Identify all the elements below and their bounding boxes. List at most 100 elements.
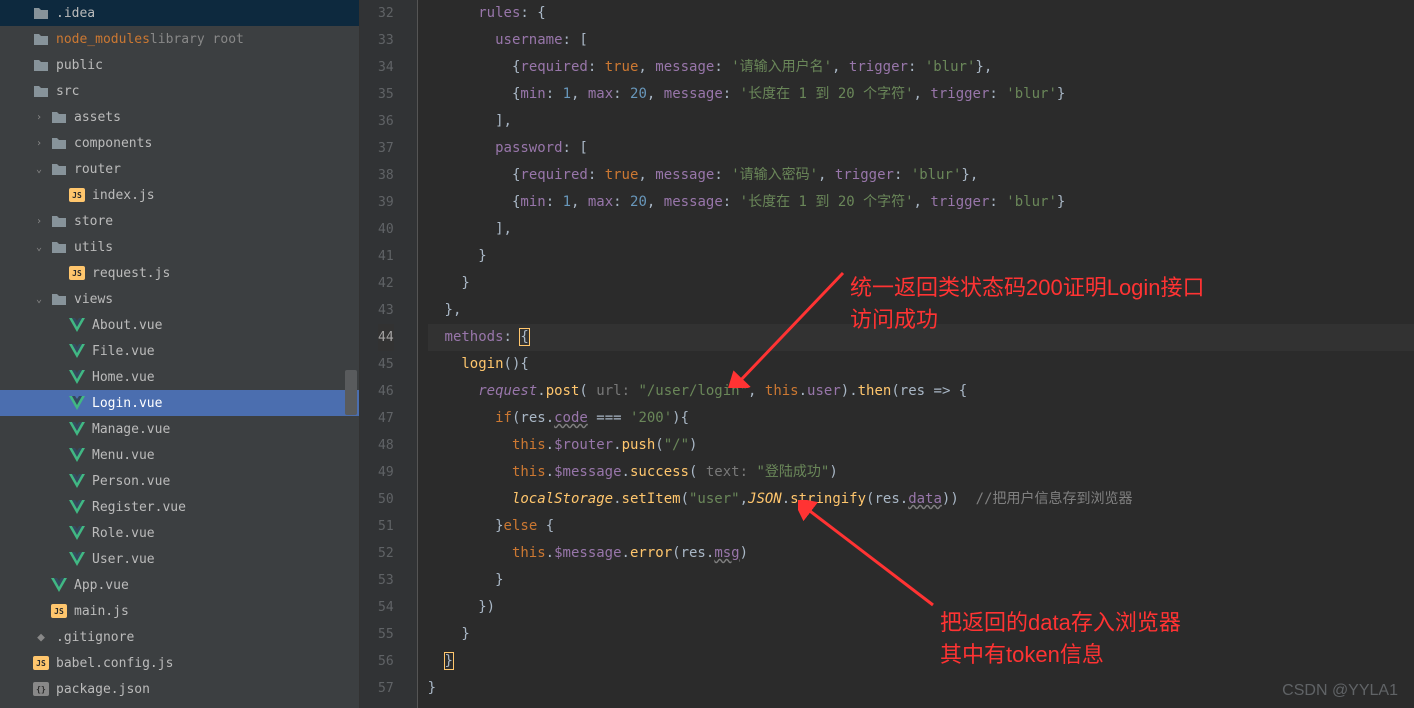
tree-item-Manage-vue[interactable]: Manage.vue — [0, 416, 359, 442]
tree-item-label: package.json — [56, 682, 150, 697]
tree-item-package-lock-json[interactable]: {}package-lock.json — [0, 702, 359, 708]
tree-item--idea[interactable]: .idea — [0, 0, 359, 26]
chevron-icon: ⌄ — [36, 294, 50, 305]
code-area[interactable]: rules: { username: [ {required: true, me… — [418, 0, 1414, 708]
vue-icon — [68, 368, 86, 386]
tree-item-router[interactable]: ⌄router — [0, 156, 359, 182]
vue-icon — [68, 420, 86, 438]
tree-item-label: Person.vue — [92, 474, 170, 489]
git-icon: ◆ — [32, 628, 50, 646]
tree-item-label: views — [74, 292, 113, 307]
code-line[interactable]: if(res.code === '200'){ — [428, 405, 1414, 432]
tree-item-node_modules[interactable]: node_modules library root — [0, 26, 359, 52]
line-number: 48 — [378, 432, 394, 459]
line-number: 52 — [378, 540, 394, 567]
code-line[interactable]: }, — [428, 297, 1414, 324]
tree-item-label: Role.vue — [92, 526, 155, 541]
code-line[interactable]: {required: true, message: '请输入用户名', trig… — [428, 54, 1414, 81]
tree-item-User-vue[interactable]: User.vue — [0, 546, 359, 572]
tree-item-File-vue[interactable]: File.vue — [0, 338, 359, 364]
tree-item-Menu-vue[interactable]: Menu.vue — [0, 442, 359, 468]
tree-item-label: request.js — [92, 266, 170, 281]
tree-item--gitignore[interactable]: ◆.gitignore — [0, 624, 359, 650]
tree-item-Role-vue[interactable]: Role.vue — [0, 520, 359, 546]
tree-item-label: index.js — [92, 188, 155, 203]
code-line[interactable]: login(){ — [428, 351, 1414, 378]
tree-item-label: babel.config.js — [56, 656, 173, 671]
folder-icon — [32, 82, 50, 100]
code-line[interactable]: ], — [428, 108, 1414, 135]
tree-item-label: App.vue — [74, 578, 129, 593]
code-line[interactable]: {required: true, message: '请输入密码', trigg… — [428, 162, 1414, 189]
tree-item-label: Menu.vue — [92, 448, 155, 463]
code-line[interactable]: }) — [428, 594, 1414, 621]
tree-item-package-json[interactable]: {}package.json — [0, 676, 359, 702]
chevron-icon: › — [36, 216, 50, 227]
code-line[interactable]: } — [428, 621, 1414, 648]
tree-item-assets[interactable]: ›assets — [0, 104, 359, 130]
line-number: 37 — [378, 135, 394, 162]
code-line[interactable]: this.$message.success( text: "登陆成功") — [428, 459, 1414, 486]
code-line[interactable]: {min: 1, max: 20, message: '长度在 1 到 20 个… — [428, 189, 1414, 216]
tree-item-store[interactable]: ›store — [0, 208, 359, 234]
line-number: 51 — [378, 513, 394, 540]
code-line[interactable]: } — [428, 675, 1414, 702]
tree-item-request-js[interactable]: JS request.js — [0, 260, 359, 286]
tree-item-label: User.vue — [92, 552, 155, 567]
code-line[interactable]: methods: { — [428, 324, 1414, 351]
tree-item-Login-vue[interactable]: Login.vue — [0, 390, 359, 416]
js-icon: JS — [68, 186, 86, 204]
line-number: 40 — [378, 216, 394, 243]
line-number: 56 — [378, 648, 394, 675]
code-line[interactable]: } — [428, 567, 1414, 594]
tree-item-label: File.vue — [92, 344, 155, 359]
tree-item-components[interactable]: ›components — [0, 130, 359, 156]
tree-item-label: About.vue — [92, 318, 162, 333]
line-number: 53 — [378, 567, 394, 594]
tree-item-Person-vue[interactable]: Person.vue — [0, 468, 359, 494]
line-number: 32 — [378, 0, 394, 27]
code-editor[interactable]: 3233343536373839404142434445464748495051… — [360, 0, 1414, 708]
code-line[interactable]: this.$message.error(res.msg) — [428, 540, 1414, 567]
code-line[interactable]: } — [428, 270, 1414, 297]
tree-item-babel-config-js[interactable]: JSbabel.config.js — [0, 650, 359, 676]
tree-item-label: Register.vue — [92, 500, 186, 515]
project-tree[interactable]: .ideanode_modules library rootpublic src ›… — [0, 0, 360, 708]
tree-item-Register-vue[interactable]: Register.vue — [0, 494, 359, 520]
tree-item-src[interactable]: src — [0, 78, 359, 104]
tree-item-Home-vue[interactable]: Home.vue — [0, 364, 359, 390]
code-line[interactable]: } — [428, 243, 1414, 270]
tree-item-views[interactable]: ⌄ views — [0, 286, 359, 312]
fold-column[interactable] — [404, 0, 418, 708]
js-icon: JS — [68, 264, 86, 282]
tree-item-public[interactable]: public — [0, 52, 359, 78]
code-line[interactable]: this.$router.push("/") — [428, 432, 1414, 459]
code-line[interactable]: request.post( url: "/user/login", this.u… — [428, 378, 1414, 405]
line-number: 39 — [378, 189, 394, 216]
line-number: 43 — [378, 297, 394, 324]
folder-icon — [50, 134, 68, 152]
code-line[interactable]: }else { — [428, 513, 1414, 540]
line-number: 38 — [378, 162, 394, 189]
folder-icon — [32, 56, 50, 74]
code-line[interactable]: username: [ — [428, 27, 1414, 54]
tree-item-index-js[interactable]: JS index.js — [0, 182, 359, 208]
tree-item-App-vue[interactable]: App.vue — [0, 572, 359, 598]
line-number: 49 — [378, 459, 394, 486]
vue-icon — [68, 342, 86, 360]
tree-item-label: src — [56, 84, 79, 99]
code-line[interactable]: {min: 1, max: 20, message: '长度在 1 到 20 个… — [428, 81, 1414, 108]
code-line[interactable]: rules: { — [428, 0, 1414, 27]
code-line[interactable]: } — [428, 648, 1414, 675]
tree-item-label: utils — [74, 240, 113, 255]
line-number: 55 — [378, 621, 394, 648]
code-line[interactable]: ], — [428, 216, 1414, 243]
scrollbar-thumb[interactable] — [345, 370, 357, 415]
tree-item-utils[interactable]: ⌄utils — [0, 234, 359, 260]
vue-icon — [68, 498, 86, 516]
tree-item-main-js[interactable]: JSmain.js — [0, 598, 359, 624]
tree-item-About-vue[interactable]: About.vue — [0, 312, 359, 338]
line-number: 34 — [378, 54, 394, 81]
code-line[interactable]: localStorage.setItem("user",JSON.stringi… — [428, 486, 1414, 513]
code-line[interactable]: password: [ — [428, 135, 1414, 162]
